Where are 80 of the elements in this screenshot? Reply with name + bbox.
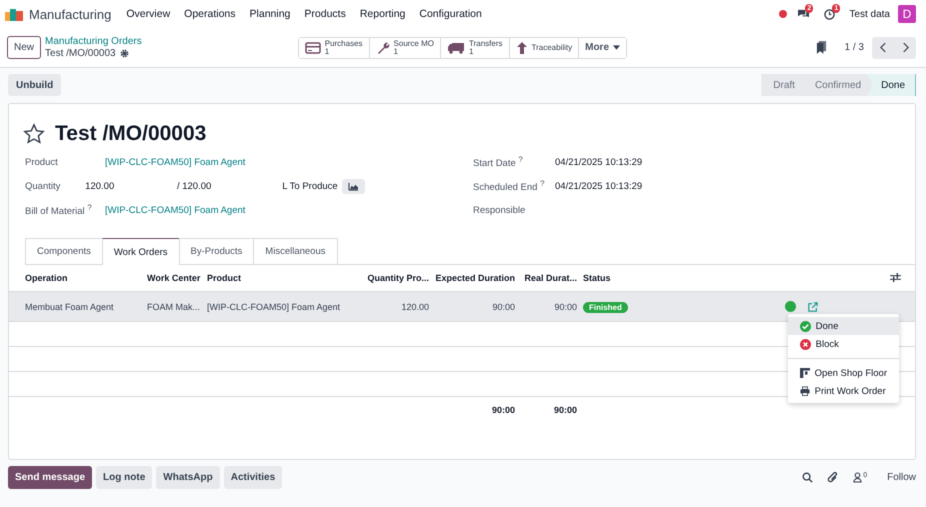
- menu-item[interactable]: Overview: [119, 8, 178, 20]
- column-settings-icon[interactable]: [890, 272, 901, 282]
- external-link-icon[interactable]: [808, 302, 818, 312]
- breadcrumb-link[interactable]: Manufacturing Orders: [45, 36, 142, 48]
- user-avatar[interactable]: D: [898, 5, 916, 23]
- credit-card-icon: [304, 42, 321, 54]
- chatter-button[interactable]: WhatsApp: [156, 466, 220, 489]
- area-chart-icon: [348, 182, 359, 190]
- table-cell: Membuat Foam Agent: [9, 292, 145, 322]
- follow-button[interactable]: Follow: [881, 472, 916, 483]
- field-label: Scheduled End $^{?}$: [473, 178, 546, 194]
- field-label: Responsible: [473, 204, 526, 216]
- chat-icon[interactable]: [797, 8, 810, 20]
- tab[interactable]: Work Orders: [102, 238, 180, 265]
- record-title: Test /MO/00003: [55, 122, 206, 146]
- status-badge: Finished: [583, 302, 628, 312]
- truck-icon: [447, 42, 465, 54]
- wrench-icon: [376, 40, 390, 54]
- person-icon[interactable]: [853, 472, 862, 483]
- table-cell: 90:00: [433, 292, 519, 322]
- menu-item[interactable]: Products: [297, 8, 353, 20]
- app-name[interactable]: Manufacturing: [29, 6, 112, 22]
- menu-item[interactable]: Reporting: [352, 8, 412, 20]
- record-name: Test /MO/00003: [45, 48, 116, 60]
- field-label: Quantity: [25, 180, 62, 192]
- chevron-right-icon: [902, 42, 908, 53]
- paperclip-icon[interactable]: [827, 472, 840, 484]
- table-cell: 120.00: [361, 292, 433, 322]
- search-icon[interactable]: [802, 472, 814, 483]
- field-value[interactable]: 120.00: [85, 180, 177, 192]
- menu-item[interactable]: Configuration: [412, 8, 489, 20]
- layout-icon: [800, 368, 810, 378]
- field-label: Start Date $^{?}$: [473, 154, 524, 170]
- star-icon[interactable]: [23, 123, 45, 145]
- app-logo-icon: [5, 7, 23, 21]
- chatter-button[interactable]: Send message: [8, 466, 92, 489]
- unit-label: L To Produce: [282, 180, 338, 192]
- unbuild-button[interactable]: Unbuild: [8, 74, 62, 96]
- clock-icon[interactable]: [824, 8, 836, 20]
- tab[interactable]: Miscellaneous: [253, 238, 338, 264]
- total-value: 90:00: [519, 396, 581, 422]
- tab[interactable]: Components: [25, 238, 103, 264]
- field-label: Bill of Material $^{?}$: [25, 202, 93, 218]
- field-label: Product: [25, 156, 59, 168]
- chevron-left-icon: [880, 42, 886, 53]
- menu-item[interactable]: Block: [788, 335, 899, 353]
- table-cell: [WIP-CLC-FOAM50] Foam Agent: [205, 292, 361, 322]
- field-value: / 120.00: [176, 180, 212, 192]
- printer-icon: [800, 386, 810, 396]
- new-button[interactable]: New: [7, 36, 42, 59]
- field-link[interactable]: [WIP-CLC-FOAM50] Foam Agent: [105, 156, 246, 168]
- table-cell: FOAM Mak...: [145, 292, 205, 322]
- chatter-button[interactable]: Activities: [224, 466, 282, 489]
- table-cell: 90:00: [519, 292, 581, 322]
- caret-icon: [613, 45, 620, 50]
- status-stage[interactable]: Done: [867, 74, 916, 96]
- pager-value[interactable]: 1 / 3: [844, 42, 864, 53]
- check-circle-icon: [800, 320, 811, 332]
- status-stage[interactable]: Confirmed: [800, 74, 874, 96]
- company-name[interactable]: Test data: [849, 8, 890, 20]
- forecast-button[interactable]: [342, 178, 365, 194]
- bookmark-icon[interactable]: [816, 41, 827, 54]
- field-value[interactable]: 04/21/2025 10:13:29: [555, 156, 642, 168]
- status-dot[interactable]: [785, 301, 796, 312]
- chatter-button[interactable]: Log note: [96, 466, 152, 489]
- status-stage[interactable]: Draft: [761, 74, 807, 96]
- field-value[interactable]: 04/21/2025 10:13:29: [555, 180, 642, 192]
- menu-item[interactable]: Open Shop Floor: [788, 364, 899, 382]
- status-dot-icon[interactable]: [779, 10, 788, 18]
- menu-item[interactable]: Planning: [242, 8, 298, 20]
- menu-item[interactable]: Print Work Order: [788, 382, 899, 400]
- field-link[interactable]: [WIP-CLC-FOAM50] Foam Agent: [105, 204, 246, 216]
- total-value: 90:00: [433, 396, 519, 422]
- smart-button[interactable]: Purchases 1: [298, 38, 370, 58]
- up-arrow-icon: [516, 40, 528, 54]
- menu-item[interactable]: Operations: [177, 8, 243, 20]
- settings-icon[interactable]: [120, 49, 129, 58]
- follower-count: 0: [863, 472, 868, 479]
- cross-circle-icon: [800, 338, 811, 350]
- menu-item[interactable]: Done: [788, 317, 899, 335]
